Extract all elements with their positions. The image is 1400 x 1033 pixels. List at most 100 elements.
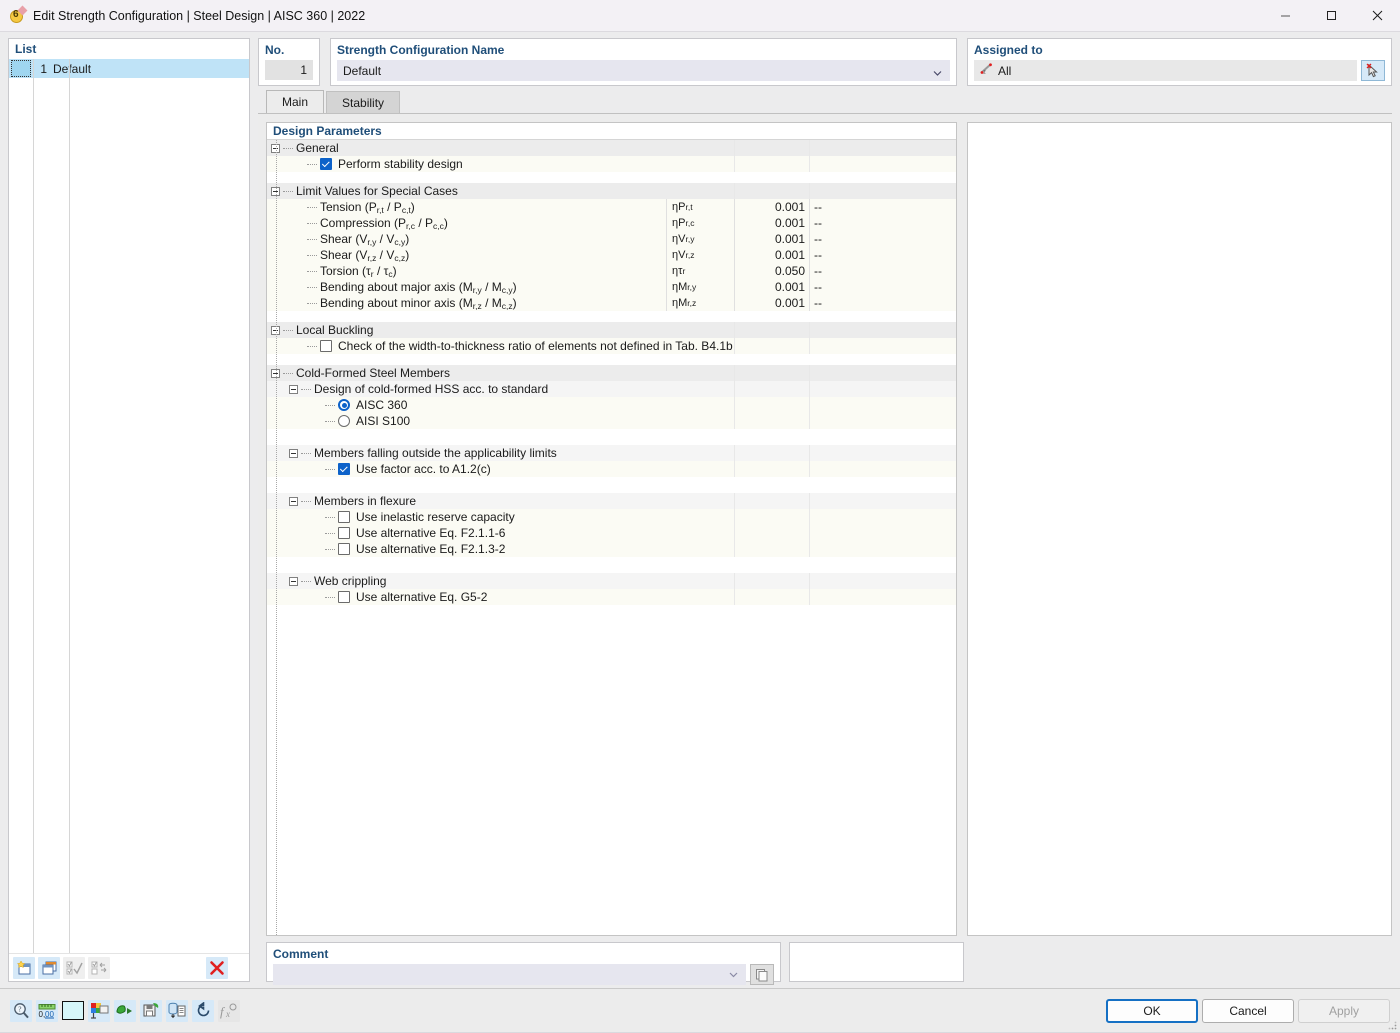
subsection-hss-standard[interactable]: Design of cold-formed HSS acc. to standa…	[267, 381, 956, 397]
row-aisc-360[interactable]: AISC 360	[267, 397, 956, 413]
collapse-icon[interactable]	[289, 496, 298, 506]
subsection-web-crippling[interactable]: Web crippling	[267, 573, 956, 589]
compression-limit-unit: --	[809, 215, 956, 231]
row-compression-limit[interactable]: Compression (Pr,c / Pc,c) ηP r,c 0.001 --	[267, 215, 956, 231]
comment-label: Comment	[273, 947, 329, 961]
select-objects-button[interactable]	[1361, 60, 1385, 81]
copy-comment-button[interactable]	[750, 964, 774, 985]
dialog-body: List 1 Default No. 1 Strength Configurat…	[0, 32, 1400, 988]
assigned-label: Assigned to	[974, 43, 1043, 57]
torsion-limit-value[interactable]: 0.050	[734, 263, 809, 279]
subsection-members-in-flexure[interactable]: Members in flexure	[267, 493, 956, 509]
section-general[interactable]: General	[267, 140, 956, 156]
members-icon: z	[980, 63, 993, 78]
bending-major-limit-value[interactable]: 0.001	[734, 279, 809, 295]
title-bar: 6 Edit Strength Configuration | Steel De…	[0, 0, 1400, 32]
preview-panel	[967, 122, 1392, 936]
assigned-value: All	[998, 63, 1012, 78]
aisc-360-radio[interactable]	[338, 399, 350, 411]
database-icon[interactable]	[166, 999, 188, 1022]
row-width-thickness-check[interactable]: Check of the width-to-thickness ratio of…	[267, 338, 956, 354]
design-parameters-grid[interactable]: General Perform stability design Limit V…	[267, 140, 956, 935]
torsion-limit-label: Torsion (τr / τc)	[320, 263, 397, 279]
aisi-s100-radio[interactable]	[338, 415, 350, 427]
comment-input[interactable]	[273, 964, 746, 985]
collapse-icon[interactable]	[289, 576, 298, 586]
number-label: No.	[265, 43, 285, 57]
info-search-icon[interactable]: ?	[10, 999, 32, 1022]
close-button[interactable]	[1354, 0, 1400, 32]
row-tension-limit[interactable]: Tension (Pr,t / Pc,t) ηP r,t 0.001 --	[267, 199, 956, 215]
subsection-applicability-limits-label: Members falling outside the applicabilit…	[314, 446, 557, 460]
edit-strength-configuration-dialog: 6 Edit Strength Configuration | Steel De…	[0, 0, 1400, 1032]
new-configuration-button[interactable]	[13, 956, 35, 979]
formula-icon[interactable]: f x	[218, 999, 240, 1022]
configuration-list[interactable]: 1 Default	[9, 59, 249, 953]
chevron-down-icon[interactable]	[933, 66, 942, 76]
row-bending-minor-limit[interactable]: Bending about minor axis (Mr,z / Mc,z) η…	[267, 295, 956, 311]
configuration-name-value: Default	[343, 63, 382, 78]
section-limit-values[interactable]: Limit Values for Special Cases	[267, 183, 956, 199]
units-decimals-icon[interactable]: 0, 00	[36, 999, 58, 1022]
color-swatch-icon[interactable]	[62, 1000, 84, 1022]
row-alt-eq-f2132[interactable]: Use alternative Eq. F2.1.3-2	[267, 541, 956, 557]
shear-y-limit-label: Shear (Vr,y / Vc,y)	[320, 231, 410, 247]
row-aisi-s100[interactable]: AISI S100	[267, 413, 956, 429]
bending-minor-limit-value[interactable]: 0.001	[734, 295, 809, 311]
copy-configuration-button[interactable]	[38, 956, 60, 979]
design-parameters-title: Design Parameters	[267, 123, 956, 140]
collapse-icon[interactable]	[289, 448, 298, 458]
cancel-button[interactable]: Cancel	[1202, 998, 1294, 1023]
row-use-factor-a12c[interactable]: Use factor acc. to A1.2(c)	[267, 461, 956, 477]
collapse-icon[interactable]	[289, 384, 298, 394]
row-shear-z-limit[interactable]: Shear (Vr,z / Vc,z) ηV r,z 0.001 --	[267, 247, 956, 263]
row-torsion-limit[interactable]: Torsion (τr / τc) ητ r 0.050 --	[267, 263, 956, 279]
select-all-button[interactable]	[63, 956, 85, 979]
torsion-limit-symbol: ητ r	[666, 263, 734, 279]
shear-y-limit-value[interactable]: 0.001	[734, 231, 809, 247]
reset-icon[interactable]	[192, 999, 214, 1022]
assigned-value-field[interactable]: z All	[974, 60, 1357, 81]
configuration-name-input[interactable]: Default	[337, 60, 950, 81]
row-alt-eq-g52[interactable]: Use alternative Eq. G5-2	[267, 589, 956, 605]
maximize-button[interactable]	[1308, 0, 1354, 32]
subsection-applicability-limits[interactable]: Members falling outside the applicabilit…	[267, 445, 956, 461]
bending-major-limit-label: Bending about major axis (Mr,y / Mc,y)	[320, 279, 517, 295]
display-properties-icon[interactable]	[88, 999, 110, 1022]
minimize-button[interactable]	[1262, 0, 1308, 32]
import-icon[interactable]	[114, 999, 136, 1022]
row-inelastic-reserve-capacity[interactable]: Use inelastic reserve capacity	[267, 509, 956, 525]
tab-main[interactable]: Main	[266, 90, 325, 113]
tab-stability[interactable]: Stability	[326, 91, 401, 113]
invert-selection-button[interactable]	[88, 956, 110, 979]
chevron-down-icon[interactable]	[729, 968, 738, 982]
perform-stability-design-checkbox[interactable]	[320, 158, 332, 170]
use-factor-a12c-label: Use factor acc. to A1.2(c)	[356, 462, 491, 476]
export-icon[interactable]	[140, 999, 162, 1022]
alt-eq-g52-checkbox[interactable]	[338, 591, 350, 603]
section-local-buckling[interactable]: Local Buckling	[267, 322, 956, 338]
shear-z-limit-unit: --	[809, 247, 956, 263]
delete-configuration-button[interactable]	[206, 956, 228, 979]
list-item[interactable]: 1 Default	[9, 59, 249, 78]
ok-button[interactable]: OK	[1106, 998, 1198, 1023]
shear-z-limit-value[interactable]: 0.001	[734, 247, 809, 263]
alt-eq-f2116-checkbox[interactable]	[338, 527, 350, 539]
row-shear-y-limit[interactable]: Shear (Vr,y / Vc,y) ηV r,y 0.001 --	[267, 231, 956, 247]
row-perform-stability-design[interactable]: Perform stability design	[267, 156, 956, 172]
inelastic-reserve-capacity-checkbox[interactable]	[338, 511, 350, 523]
compression-limit-value[interactable]: 0.001	[734, 215, 809, 231]
width-thickness-check-checkbox[interactable]	[320, 340, 332, 352]
tension-limit-label: Tension (Pr,t / Pc,t)	[320, 199, 415, 215]
row-alt-eq-f2116[interactable]: Use alternative Eq. F2.1.1-6	[267, 525, 956, 541]
alt-eq-f2132-checkbox[interactable]	[338, 543, 350, 555]
resize-grip[interactable]	[1387, 1019, 1397, 1030]
row-bending-major-limit[interactable]: Bending about major axis (Mr,y / Mc,y) η…	[267, 279, 956, 295]
window-controls	[1262, 0, 1400, 32]
row-selector[interactable]	[11, 60, 31, 77]
tension-limit-value[interactable]: 0.001	[734, 199, 809, 215]
use-factor-a12c-checkbox[interactable]	[338, 463, 350, 475]
list-panel: List 1 Default	[0, 32, 258, 988]
section-cold-formed-steel[interactable]: Cold-Formed Steel Members	[267, 365, 956, 381]
subsection-web-crippling-label: Web crippling	[314, 574, 387, 588]
